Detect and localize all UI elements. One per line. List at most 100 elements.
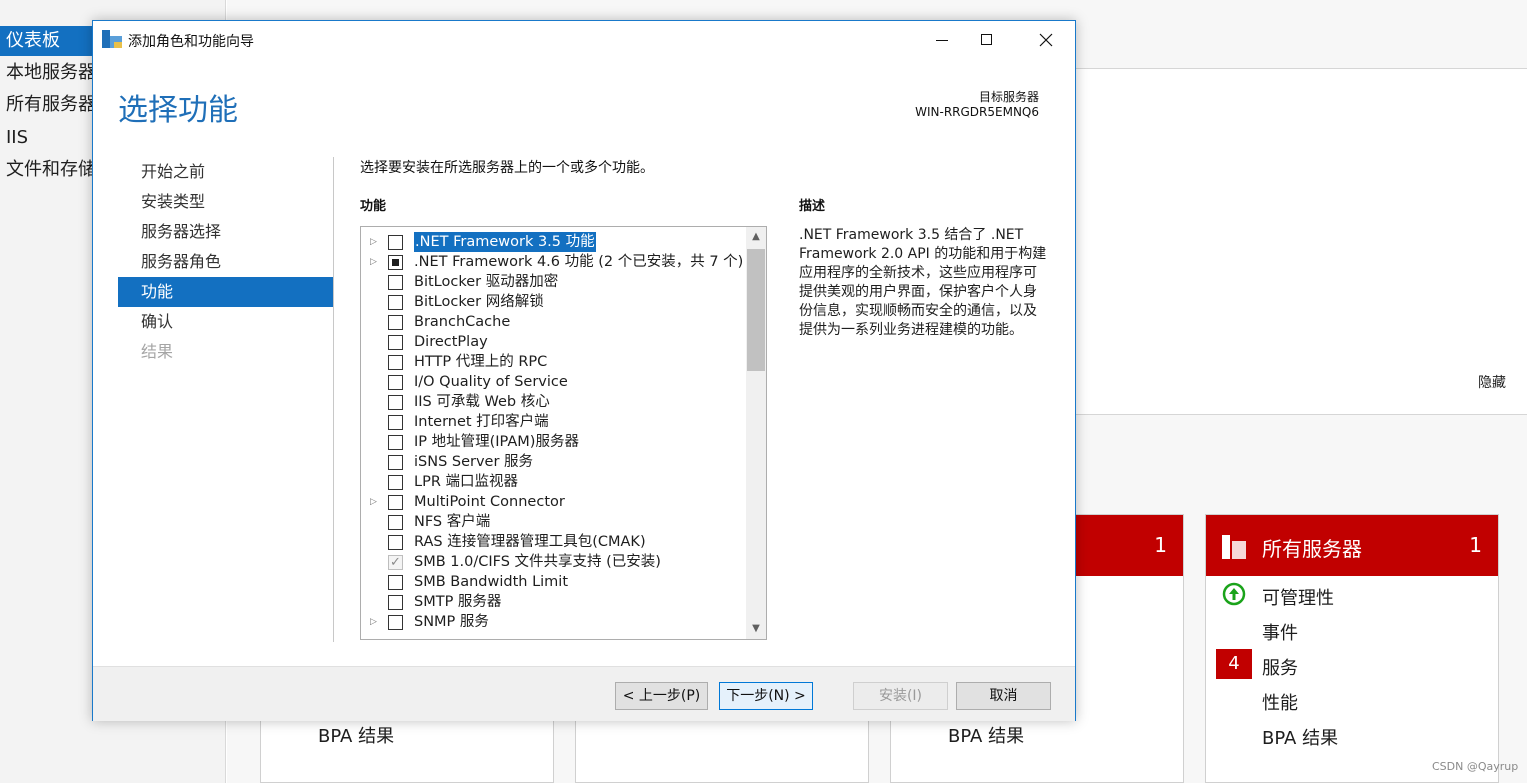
manageability-link[interactable]: 可管理性 [1262, 584, 1334, 610]
hide-link[interactable]: 隐藏 [1478, 372, 1506, 392]
tile-count: 1 [1154, 533, 1167, 557]
feature-checkbox[interactable] [388, 355, 403, 370]
feature-checkbox[interactable] [388, 295, 403, 310]
feature-item[interactable]: BitLocker 驱动器加密 [361, 272, 746, 292]
bpa-results-link[interactable]: BPA 结果 [318, 722, 394, 748]
feature-item[interactable]: IP 地址管理(IPAM)服务器 [361, 432, 746, 452]
feature-label[interactable]: BitLocker 网络解锁 [414, 292, 544, 312]
feature-item[interactable]: BranchCache [361, 312, 746, 332]
feature-item[interactable]: HTTP 代理上的 RPC [361, 352, 746, 372]
nav-item-file-storage[interactable]: 文件和存储 [0, 155, 100, 185]
scroll-thumb[interactable] [747, 249, 765, 371]
scroll-up-arrow-icon[interactable]: ▲ [746, 227, 766, 247]
feature-checkbox[interactable] [388, 375, 403, 390]
feature-label[interactable]: DirectPlay [414, 332, 488, 352]
close-icon [1039, 33, 1053, 47]
feature-checkbox[interactable] [388, 595, 403, 610]
feature-label[interactable]: SNMP 服务 [414, 612, 489, 632]
steps-divider [333, 157, 334, 642]
feature-label[interactable]: iSNS Server 服务 [414, 452, 533, 472]
feature-item[interactable]: RAS 连接管理器管理工具包(CMAK) [361, 532, 746, 552]
expand-arrow-icon[interactable]: ▷ [370, 492, 380, 512]
feature-item[interactable]: I/O Quality of Service [361, 372, 746, 392]
feature-label[interactable]: MultiPoint Connector [414, 492, 565, 512]
maximize-button[interactable] [958, 21, 1016, 59]
feature-label[interactable]: RAS 连接管理器管理工具包(CMAK) [414, 532, 646, 552]
all-servers-tile-header[interactable]: 所有服务器 1 [1206, 515, 1498, 576]
feature-item[interactable]: ▷ .NET Framework 3.5 功能 [361, 232, 746, 252]
feature-checkbox[interactable] [388, 575, 403, 590]
feature-item[interactable]: NFS 客户端 [361, 512, 746, 532]
install-button: 安装(I) [853, 682, 948, 710]
step-server-roles[interactable]: 服务器角色 [118, 247, 333, 277]
feature-item[interactable]: ▷ SNMP 服务 [361, 612, 746, 632]
feature-checkbox[interactable] [388, 395, 403, 410]
cancel-button[interactable]: 取消 [956, 682, 1051, 710]
feature-item[interactable]: iSNS Server 服务 [361, 452, 746, 472]
expand-arrow-icon[interactable]: ▷ [370, 252, 380, 272]
feature-label[interactable]: Internet 打印客户端 [414, 412, 549, 432]
feature-checkbox[interactable] [388, 315, 403, 330]
feature-label[interactable]: BranchCache [414, 312, 510, 332]
feature-item[interactable]: ▷ MultiPoint Connector [361, 492, 746, 512]
feature-item[interactable]: BitLocker 网络解锁 [361, 292, 746, 312]
features-scrollbar[interactable]: ▲ ▼ [746, 227, 766, 639]
feature-label[interactable]: SMB 1.0/CIFS 文件共享支持 (已安装) [414, 552, 661, 572]
performance-link[interactable]: 性能 [1262, 689, 1298, 715]
step-server-selection[interactable]: 服务器选择 [118, 217, 333, 247]
bpa-results-link[interactable]: BPA 结果 [948, 722, 1024, 748]
step-installation-type[interactable]: 安装类型 [118, 187, 333, 217]
next-button[interactable]: 下一步(N) > [719, 682, 813, 710]
feature-checkbox[interactable] [388, 435, 403, 450]
step-confirmation[interactable]: 确认 [118, 307, 333, 337]
feature-checkbox[interactable] [388, 275, 403, 290]
feature-item[interactable]: ▷ .NET Framework 4.6 功能 (2 个已安装，共 7 个) [361, 252, 746, 272]
feature-label[interactable]: SMTP 服务器 [414, 592, 501, 612]
features-tree[interactable]: ▷ .NET Framework 3.5 功能 ▷ .NET Framework 4.… [360, 226, 767, 640]
services-link[interactable]: 服务 [1262, 654, 1298, 680]
feature-label[interactable]: BitLocker 驱动器加密 [414, 272, 558, 292]
page-title: 选择功能 [118, 93, 238, 128]
title-bar[interactable]: 添加角色和功能向导 [93, 21, 1075, 59]
feature-checkbox[interactable] [388, 475, 403, 490]
feature-item[interactable]: SMTP 服务器 [361, 592, 746, 612]
expand-arrow-icon[interactable]: ▷ [370, 232, 380, 252]
feature-item[interactable]: SMB Bandwidth Limit [361, 572, 746, 592]
nav-item-dashboard[interactable]: 仪表板 [0, 26, 100, 56]
feature-checkbox[interactable] [388, 535, 403, 550]
feature-label[interactable]: .NET Framework 4.6 功能 (2 个已安装，共 7 个) [414, 252, 743, 272]
feature-item[interactable]: SMB 1.0/CIFS 文件共享支持 (已安装) [361, 552, 746, 573]
feature-item[interactable]: LPR 端口监视器 [361, 472, 746, 492]
feature-checkbox[interactable] [388, 415, 403, 430]
feature-label[interactable]: HTTP 代理上的 RPC [414, 352, 547, 372]
close-button[interactable] [1017, 21, 1075, 59]
feature-label[interactable]: LPR 端口监视器 [414, 472, 518, 492]
feature-checkbox[interactable] [388, 235, 403, 250]
events-link[interactable]: 事件 [1262, 619, 1298, 645]
feature-item[interactable]: IIS 可承载 Web 核心 [361, 392, 746, 412]
previous-button[interactable]: < 上一步(P) [615, 682, 708, 710]
expand-arrow-icon[interactable]: ▷ [370, 612, 380, 632]
feature-checkbox[interactable] [388, 455, 403, 470]
feature-checkbox[interactable] [388, 335, 403, 350]
feature-label[interactable]: SMB Bandwidth Limit [414, 572, 568, 592]
feature-item[interactable]: Internet 打印客户端 [361, 412, 746, 432]
bpa-results-link[interactable]: BPA 结果 [1262, 724, 1338, 750]
step-before-you-begin[interactable]: 开始之前 [118, 157, 333, 187]
feature-checkbox[interactable] [388, 515, 403, 530]
step-features[interactable]: 功能 [118, 277, 333, 307]
feature-label[interactable]: .NET Framework 3.5 功能 [414, 232, 596, 252]
nav-item-local-server[interactable]: 本地服务器 [0, 58, 100, 88]
feature-item[interactable]: DirectPlay [361, 332, 746, 352]
feature-label[interactable]: IP 地址管理(IPAM)服务器 [414, 432, 579, 452]
feature-checkbox[interactable] [388, 495, 403, 510]
feature-label[interactable]: IIS 可承载 Web 核心 [414, 392, 550, 412]
feature-label[interactable]: I/O Quality of Service [414, 372, 568, 392]
nav-item-all-servers[interactable]: 所有服务器 [0, 90, 100, 120]
nav-item-iis[interactable]: IIS [0, 123, 100, 153]
feature-checkbox[interactable] [388, 615, 403, 630]
feature-label[interactable]: NFS 客户端 [414, 512, 490, 532]
scroll-down-arrow-icon[interactable]: ▼ [746, 619, 766, 639]
minimize-icon [936, 40, 948, 41]
feature-checkbox[interactable] [388, 255, 403, 270]
